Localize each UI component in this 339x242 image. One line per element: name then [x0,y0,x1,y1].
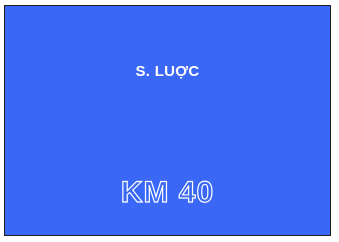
slide-subtitle: S. LUỢC [135,63,200,80]
slide-panel: S. LUỢC KM 40 [4,5,331,236]
slide-title: KM 40 [120,175,215,209]
